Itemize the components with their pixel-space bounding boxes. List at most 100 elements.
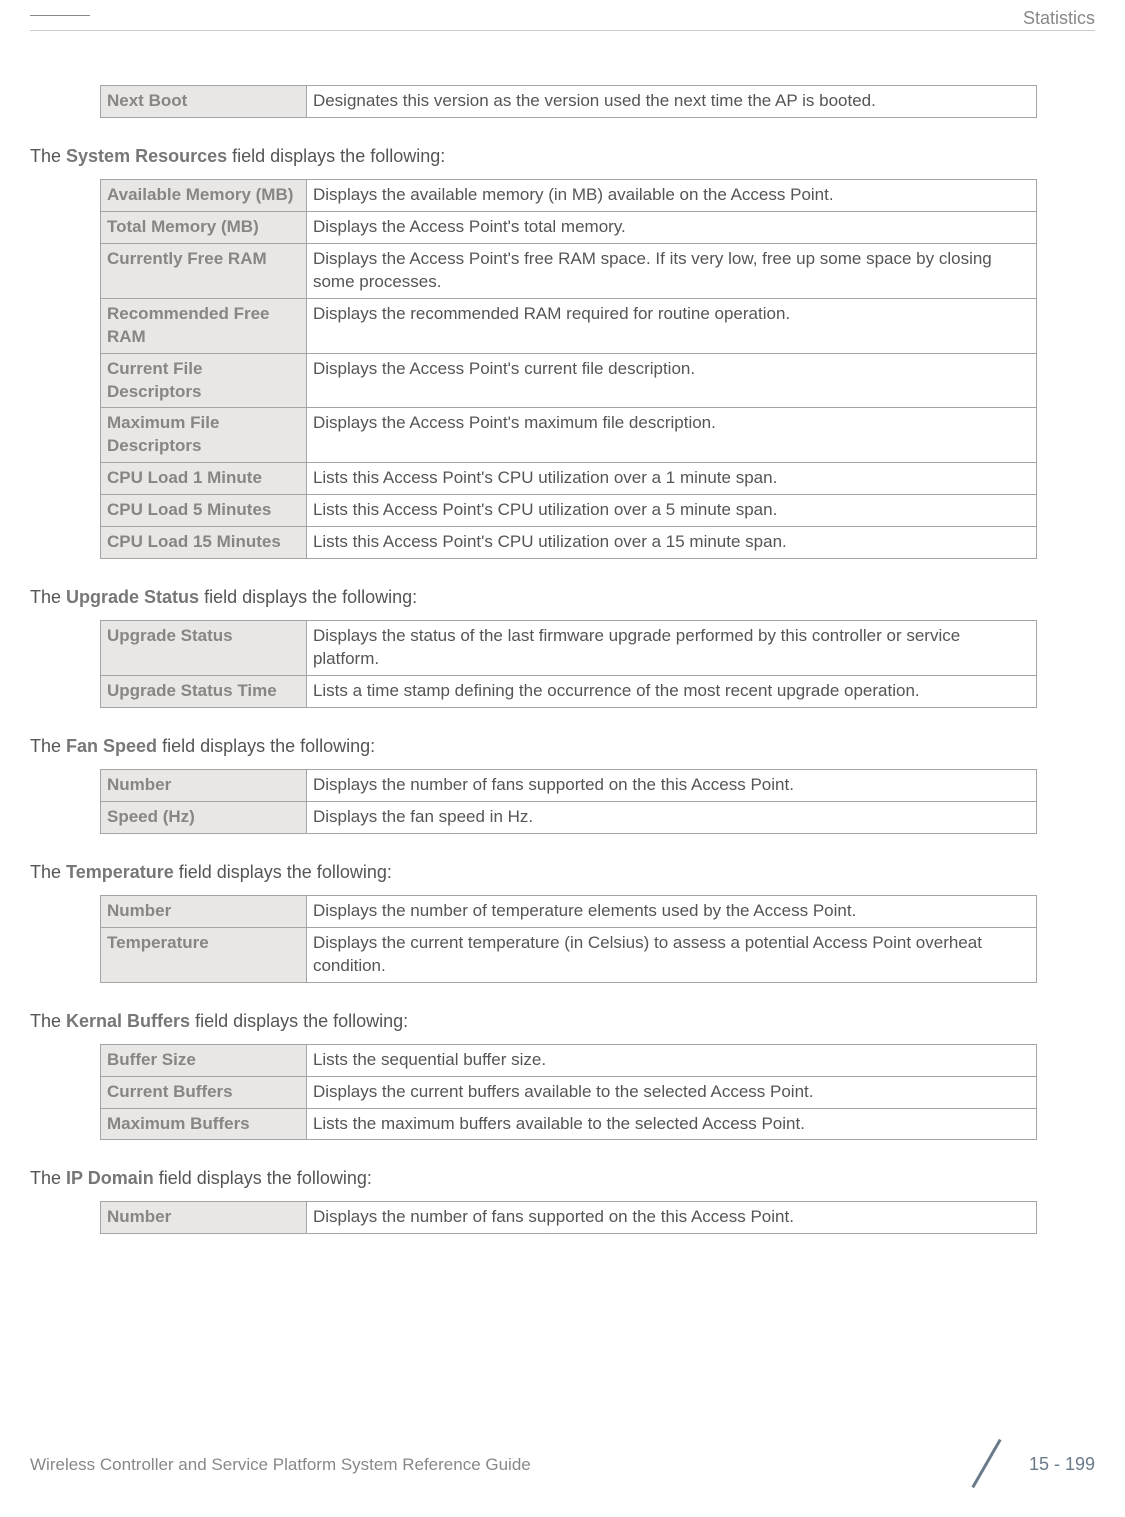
table-temperature: NumberDisplays the number of temperature… xyxy=(100,895,1037,983)
footer-doc-title: Wireless Controller and Service Platform… xyxy=(30,1455,531,1475)
intro-prefix: The xyxy=(30,862,66,882)
intro-suffix: field displays the following: xyxy=(199,587,417,607)
table-row: Upgrade Status TimeLists a time stamp de… xyxy=(101,676,1037,708)
intro-suffix: field displays the following: xyxy=(157,736,375,756)
intro-bold-term: Kernal Buffers xyxy=(66,1011,190,1031)
intro-prefix: The xyxy=(30,1168,66,1188)
intro-bold-term: IP Domain xyxy=(66,1168,154,1188)
table-row: TemperatureDisplays the current temperat… xyxy=(101,927,1037,982)
field-label: Current File Descriptors xyxy=(101,353,307,408)
table-row: CPU Load 15 MinutesLists this Access Poi… xyxy=(101,527,1037,559)
field-label: Next Boot xyxy=(101,86,307,118)
table-row: CPU Load 1 MinuteLists this Access Point… xyxy=(101,463,1037,495)
table-system-resources: Available Memory (MB)Displays the availa… xyxy=(100,179,1037,559)
field-description: Displays the recommended RAM required fo… xyxy=(306,298,1036,353)
field-label: Recommended Free RAM xyxy=(101,298,307,353)
section-intro-kernal-buffers: The Kernal Buffers field displays the fo… xyxy=(30,1011,1095,1032)
table-ip-domain: NumberDisplays the number of fans suppor… xyxy=(100,1201,1037,1234)
table-row: Speed (Hz)Displays the fan speed in Hz. xyxy=(101,801,1037,833)
intro-prefix: The xyxy=(30,587,66,607)
field-description: Lists this Access Point's CPU utilizatio… xyxy=(306,527,1036,559)
intro-bold-term: Temperature xyxy=(66,862,174,882)
page-footer: Wireless Controller and Service Platform… xyxy=(30,1442,1095,1487)
field-description: Displays the available memory (in MB) av… xyxy=(306,179,1036,211)
table-row: Current File DescriptorsDisplays the Acc… xyxy=(101,353,1037,408)
table-row: Buffer SizeLists the sequential buffer s… xyxy=(101,1044,1037,1076)
intro-prefix: The xyxy=(30,146,66,166)
table-row: NumberDisplays the number of fans suppor… xyxy=(101,1202,1037,1234)
section-intro-fan-speed: The Fan Speed field displays the followi… xyxy=(30,736,1095,757)
footer-right-group: 15 - 199 xyxy=(964,1442,1095,1487)
field-description: Lists this Access Point's CPU utilizatio… xyxy=(306,495,1036,527)
field-label: Buffer Size xyxy=(101,1044,307,1076)
intro-bold-term: Upgrade Status xyxy=(66,587,199,607)
intro-prefix: The xyxy=(30,1011,66,1031)
table-row: Current BuffersDisplays the current buff… xyxy=(101,1076,1037,1108)
table-row: NumberDisplays the number of temperature… xyxy=(101,895,1037,927)
page-number: 15 - 199 xyxy=(1029,1454,1095,1475)
field-label: Temperature xyxy=(101,927,307,982)
table-row: NumberDisplays the number of fans suppor… xyxy=(101,769,1037,801)
intro-suffix: field displays the following: xyxy=(154,1168,372,1188)
slash-icon xyxy=(964,1442,1009,1487)
intro-prefix: The xyxy=(30,736,66,756)
page-content: Next Boot Designates this version as the… xyxy=(0,0,1125,1234)
intro-bold-term: System Resources xyxy=(66,146,227,166)
field-description: Displays the status of the last firmware… xyxy=(306,621,1036,676)
field-label: Number xyxy=(101,769,307,801)
field-description: Displays the current temperature (in Cel… xyxy=(306,927,1036,982)
header-section-title: Statistics xyxy=(1023,8,1095,29)
table-upgrade-status: Upgrade StatusDisplays the status of the… xyxy=(100,620,1037,708)
field-description: Displays the Access Point's current file… xyxy=(306,353,1036,408)
field-label: Available Memory (MB) xyxy=(101,179,307,211)
table-row: Next Boot Designates this version as the… xyxy=(101,86,1037,118)
field-description: Displays the Access Point's total memory… xyxy=(306,211,1036,243)
table-row: Maximum BuffersLists the maximum buffers… xyxy=(101,1108,1037,1140)
section-intro-system-resources: The System Resources field displays the … xyxy=(30,146,1095,167)
field-description: Displays the current buffers available t… xyxy=(306,1076,1036,1108)
field-label: Total Memory (MB) xyxy=(101,211,307,243)
field-label: Number xyxy=(101,895,307,927)
intro-suffix: field displays the following: xyxy=(227,146,445,166)
field-description: Displays the number of fans supported on… xyxy=(306,1202,1036,1234)
field-label: Upgrade Status Time xyxy=(101,676,307,708)
field-description: Lists this Access Point's CPU utilizatio… xyxy=(306,463,1036,495)
header-accent-line xyxy=(30,15,90,16)
field-label: Number xyxy=(101,1202,307,1234)
intro-suffix: field displays the following: xyxy=(174,862,392,882)
field-description: Designates this version as the version u… xyxy=(306,86,1036,118)
field-label: CPU Load 15 Minutes xyxy=(101,527,307,559)
section-intro-upgrade-status: The Upgrade Status field displays the fo… xyxy=(30,587,1095,608)
field-description: Displays the number of fans supported on… xyxy=(306,769,1036,801)
field-description: Displays the Access Point's free RAM spa… xyxy=(306,243,1036,298)
field-label: CPU Load 5 Minutes xyxy=(101,495,307,527)
table-row: Upgrade StatusDisplays the status of the… xyxy=(101,621,1037,676)
table-row: Recommended Free RAMDisplays the recomme… xyxy=(101,298,1037,353)
table-row: Currently Free RAMDisplays the Access Po… xyxy=(101,243,1037,298)
field-description: Displays the Access Point's maximum file… xyxy=(306,408,1036,463)
field-label: Speed (Hz) xyxy=(101,801,307,833)
header-underline xyxy=(30,30,1095,31)
section-intro-ip-domain: The IP Domain field displays the followi… xyxy=(30,1168,1095,1189)
field-description: Displays the number of temperature eleme… xyxy=(306,895,1036,927)
intro-suffix: field displays the following: xyxy=(190,1011,408,1031)
table-kernal-buffers: Buffer SizeLists the sequential buffer s… xyxy=(100,1044,1037,1141)
field-label: Current Buffers xyxy=(101,1076,307,1108)
table-row: Total Memory (MB)Displays the Access Poi… xyxy=(101,211,1037,243)
intro-bold-term: Fan Speed xyxy=(66,736,157,756)
field-label: Maximum Buffers xyxy=(101,1108,307,1140)
table-row: CPU Load 5 MinutesLists this Access Poin… xyxy=(101,495,1037,527)
field-label: Upgrade Status xyxy=(101,621,307,676)
field-label: CPU Load 1 Minute xyxy=(101,463,307,495)
field-description: Displays the fan speed in Hz. xyxy=(306,801,1036,833)
field-label: Currently Free RAM xyxy=(101,243,307,298)
field-label: Maximum File Descriptors xyxy=(101,408,307,463)
table-row: Available Memory (MB)Displays the availa… xyxy=(101,179,1037,211)
field-description: Lists a time stamp defining the occurren… xyxy=(306,676,1036,708)
table-row: Maximum File DescriptorsDisplays the Acc… xyxy=(101,408,1037,463)
field-description: Lists the maximum buffers available to t… xyxy=(306,1108,1036,1140)
table-fan-speed: NumberDisplays the number of fans suppor… xyxy=(100,769,1037,834)
section-intro-temperature: The Temperature field displays the follo… xyxy=(30,862,1095,883)
table-next-boot: Next Boot Designates this version as the… xyxy=(100,85,1037,118)
field-description: Lists the sequential buffer size. xyxy=(306,1044,1036,1076)
